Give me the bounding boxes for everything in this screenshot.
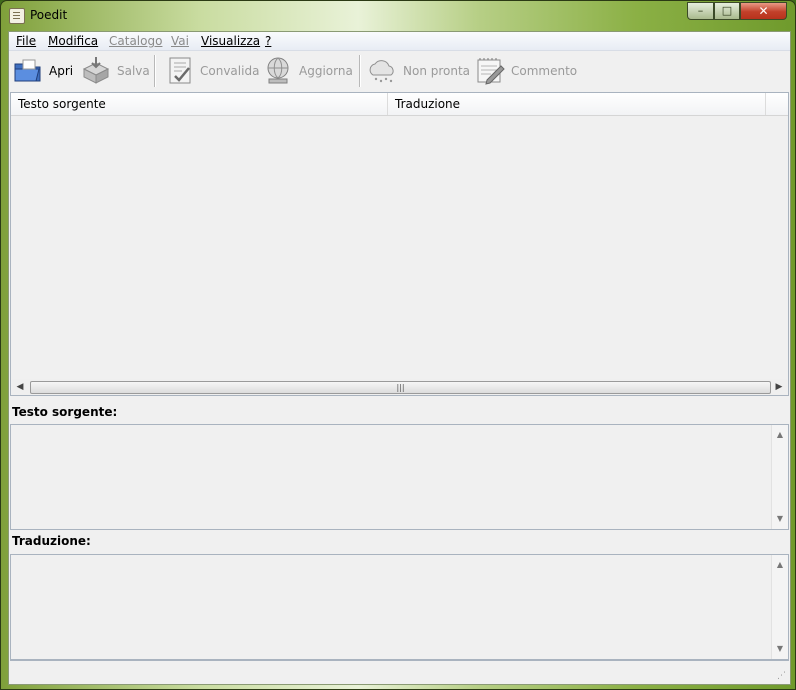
source-text-label: Testo sorgente: [12,405,118,419]
scroll-up-arrow-icon[interactable]: ▲ [772,557,788,573]
column-header-source[interactable]: Testo sorgente [11,93,388,115]
minimize-button[interactable]: – [687,2,714,20]
source-vertical-scrollbar[interactable]: ▲ ▼ [771,425,788,529]
horizontal-scrollbar[interactable]: ◀ ||| ▶ [12,379,787,395]
validate-label: Convalida [200,64,260,78]
update-label: Aggiorna [299,64,353,78]
validate-button[interactable]: Convalida [165,55,260,87]
save-button[interactable]: Salva [81,55,150,87]
status-bar: ⋰ [10,660,789,683]
comment-button[interactable]: Commento [475,55,579,87]
save-disk-icon [82,57,110,84]
maximize-button[interactable]: □ [714,2,740,20]
validate-checklist-icon [169,57,191,84]
menu-file[interactable]: File [16,34,36,48]
app-window: Poedit – □ ✕ File Modifica Catalogo Vai … [0,0,796,690]
notepad-pen-icon [477,58,505,85]
menu-bar: File Modifica Catalogo Vai Visualizza ? [9,32,790,51]
fuzzy-toggle-button[interactable]: Non pronta [367,55,471,87]
client-area: File Modifica Catalogo Vai Visualizza ? … [8,31,791,685]
translation-vertical-scrollbar[interactable]: ▲ ▼ [771,555,788,659]
open-label: Apri [49,64,74,78]
column-header-translation[interactable]: Traduzione [388,93,766,115]
scroll-right-arrow-icon[interactable]: ▶ [771,379,787,395]
globe-update-icon [267,57,289,84]
poedit-app-icon[interactable] [9,8,25,24]
scroll-left-arrow-icon[interactable]: ◀ [12,379,28,395]
menu-vai[interactable]: Vai [171,34,189,48]
translation-text-area[interactable]: ▲ ▼ [10,554,789,660]
resize-grip-icon[interactable]: ⋰ [777,671,787,681]
menu-catalogo[interactable]: Catalogo [109,34,162,48]
window-title: Poedit [30,8,68,22]
fuzzy-label: Non pronta [403,64,471,78]
column-header-extra[interactable] [766,93,788,115]
toolbar-separator [154,55,155,87]
open-button[interactable]: Apri [13,55,75,87]
list-header: Testo sorgente Traduzione [11,93,788,116]
cloud-icon [369,60,394,83]
title-bar[interactable]: Poedit – □ ✕ [1,1,795,31]
folder-open-icon [14,59,41,82]
scroll-up-arrow-icon[interactable]: ▲ [772,427,788,443]
translation-list[interactable]: Testo sorgente Traduzione ◀ ||| ▶ [10,92,789,396]
close-button[interactable]: ✕ [740,2,787,20]
scroll-down-arrow-icon[interactable]: ▼ [772,511,788,527]
menu-modifica[interactable]: Modifica [48,34,98,48]
toolbar-separator [359,55,360,87]
comment-label: Commento [511,64,578,78]
update-button[interactable]: Aggiorna [263,55,353,87]
scroll-down-arrow-icon[interactable]: ▼ [772,641,788,657]
save-label: Salva [117,64,150,78]
translation-label: Traduzione: [12,534,91,548]
menu-visualizza[interactable]: Visualizza [201,34,260,48]
menu-help[interactable]: ? [265,34,271,48]
source-text-area[interactable]: ▲ ▼ [10,424,789,530]
toolbar: Apri Salva Convalida Aggiorna Non pronta… [9,51,790,91]
scrollbar-thumb[interactable]: ||| [30,381,771,394]
